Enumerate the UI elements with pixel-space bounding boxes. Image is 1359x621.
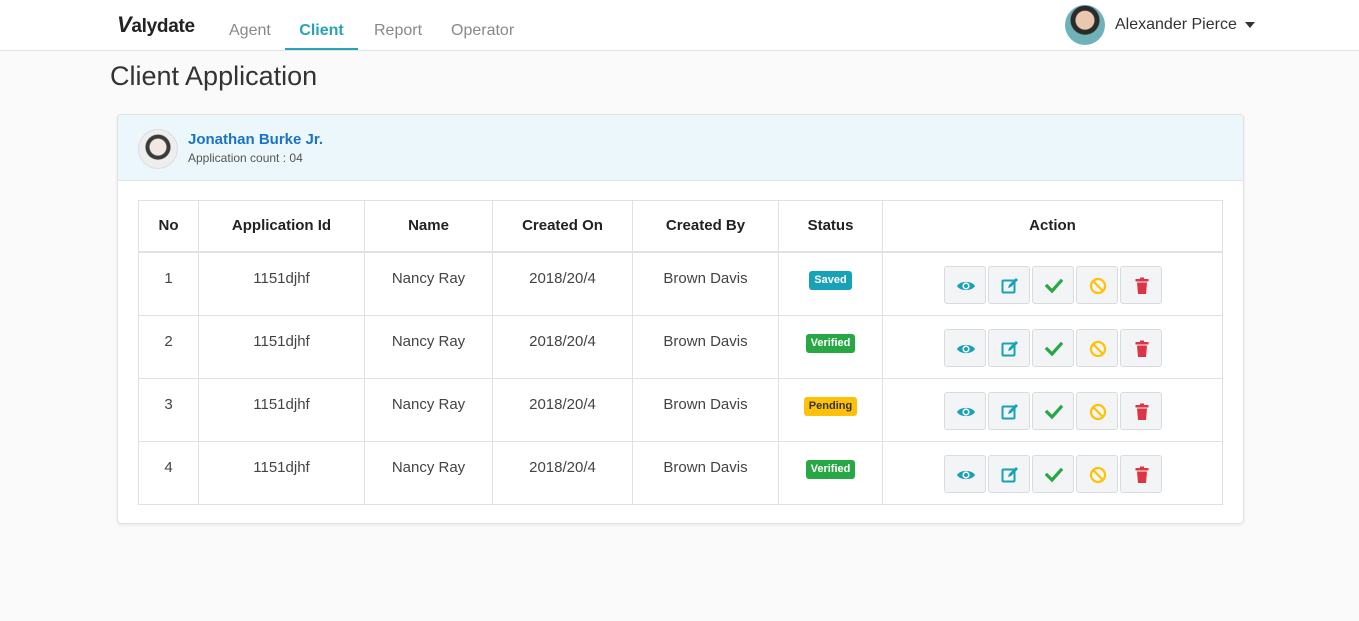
- cell-no: 4: [138, 440, 199, 505]
- cell-actions: [882, 377, 1223, 442]
- client-name[interactable]: Jonathan Burke Jr.: [188, 131, 323, 148]
- user-name: Alexander Pierce: [1115, 16, 1237, 33]
- table-header-row: No Application Id Name Created On Create…: [138, 200, 1223, 253]
- view-button[interactable]: [943, 391, 986, 430]
- tab-client[interactable]: Client: [285, 0, 358, 50]
- cell-no: 1: [138, 251, 199, 316]
- cell-application-id: 1151djhf: [198, 251, 365, 316]
- cell-created-on: 2018/20/4: [492, 440, 633, 505]
- cell-status: Verified: [778, 440, 883, 505]
- tab-report[interactable]: Report: [374, 0, 422, 50]
- brand-logo[interactable]: Valydate: [117, 12, 195, 38]
- view-button[interactable]: [943, 454, 986, 493]
- logo-v: V: [117, 12, 132, 37]
- cell-actions: [882, 314, 1223, 379]
- header-created-on: Created On: [492, 200, 633, 253]
- block-button[interactable]: [1075, 328, 1118, 367]
- user-avatar: [1065, 5, 1105, 45]
- cell-created-on: 2018/20/4: [492, 377, 633, 442]
- cell-actions: [882, 440, 1223, 505]
- edit-button[interactable]: [987, 328, 1030, 367]
- page-title: Client Application: [110, 61, 318, 91]
- header-status: Status: [778, 200, 883, 253]
- cell-name: Nancy Ray: [364, 314, 493, 379]
- cell-application-id: 1151djhf: [198, 440, 365, 505]
- cell-created-by: Brown Davis: [632, 251, 779, 316]
- cell-actions: [882, 251, 1223, 316]
- status-badge: Pending: [803, 396, 858, 416]
- table-row: 2 1151djhf Nancy Ray 2018/20/4 Brown Dav…: [138, 314, 1223, 379]
- cell-application-id: 1151djhf: [198, 377, 365, 442]
- cell-status: Verified: [778, 314, 883, 379]
- table-row: 1 1151djhf Nancy Ray 2018/20/4 Brown Dav…: [138, 251, 1223, 316]
- cell-name: Nancy Ray: [364, 440, 493, 505]
- block-button[interactable]: [1075, 266, 1118, 304]
- block-button[interactable]: [1075, 391, 1118, 430]
- approve-button[interactable]: [1031, 266, 1074, 304]
- cell-created-by: Brown Davis: [632, 440, 779, 505]
- tab-operator[interactable]: Operator: [451, 0, 514, 50]
- cell-no: 3: [138, 377, 199, 442]
- cell-application-id: 1151djhf: [198, 314, 365, 379]
- approve-button[interactable]: [1031, 391, 1074, 430]
- header-created-by: Created By: [632, 200, 779, 253]
- view-button[interactable]: [943, 328, 986, 367]
- view-button[interactable]: [943, 266, 986, 304]
- table-row: 4 1151djhf Nancy Ray 2018/20/4 Brown Dav…: [138, 440, 1223, 505]
- cell-created-by: Brown Davis: [632, 314, 779, 379]
- cell-created-on: 2018/20/4: [492, 314, 633, 379]
- edit-button[interactable]: [987, 391, 1030, 430]
- header-name: Name: [364, 200, 493, 253]
- edit-button[interactable]: [987, 454, 1030, 493]
- approve-button[interactable]: [1031, 328, 1074, 367]
- cell-name: Nancy Ray: [364, 251, 493, 316]
- cell-created-by: Brown Davis: [632, 377, 779, 442]
- logo-text: alydate: [131, 16, 195, 37]
- client-avatar: [138, 129, 178, 169]
- top-navbar: Valydate Agent Client Report Operator Al…: [0, 0, 1359, 51]
- approve-button[interactable]: [1031, 454, 1074, 493]
- status-badge: Verified: [805, 333, 856, 353]
- delete-button[interactable]: [1119, 328, 1162, 367]
- status-badge: Saved: [809, 271, 852, 290]
- status-badge: Verified: [805, 459, 856, 479]
- delete-button[interactable]: [1119, 266, 1162, 304]
- client-application-card: Jonathan Burke Jr. Application count : 0…: [117, 114, 1244, 524]
- tab-agent[interactable]: Agent: [229, 0, 271, 50]
- cell-status: Saved: [778, 251, 883, 316]
- cell-no: 2: [138, 314, 199, 379]
- user-menu[interactable]: Alexander Pierce: [1065, 4, 1255, 46]
- table-row: 3 1151djhf Nancy Ray 2018/20/4 Brown Dav…: [138, 377, 1223, 442]
- cell-created-on: 2018/20/4: [492, 251, 633, 316]
- header-no: No: [138, 200, 199, 253]
- client-header: Jonathan Burke Jr. Application count : 0…: [118, 115, 1243, 181]
- header-application-id: Application Id: [198, 200, 365, 253]
- edit-button[interactable]: [987, 266, 1030, 304]
- header-action: Action: [882, 200, 1223, 253]
- delete-button[interactable]: [1119, 391, 1162, 430]
- application-count: Application count : 04: [188, 151, 303, 165]
- cell-name: Nancy Ray: [364, 377, 493, 442]
- delete-button[interactable]: [1119, 454, 1162, 493]
- cell-status: Pending: [778, 377, 883, 442]
- block-button[interactable]: [1075, 454, 1118, 493]
- applications-table: No Application Id Name Created On Create…: [138, 200, 1223, 505]
- caret-down-icon: [1244, 22, 1255, 28]
